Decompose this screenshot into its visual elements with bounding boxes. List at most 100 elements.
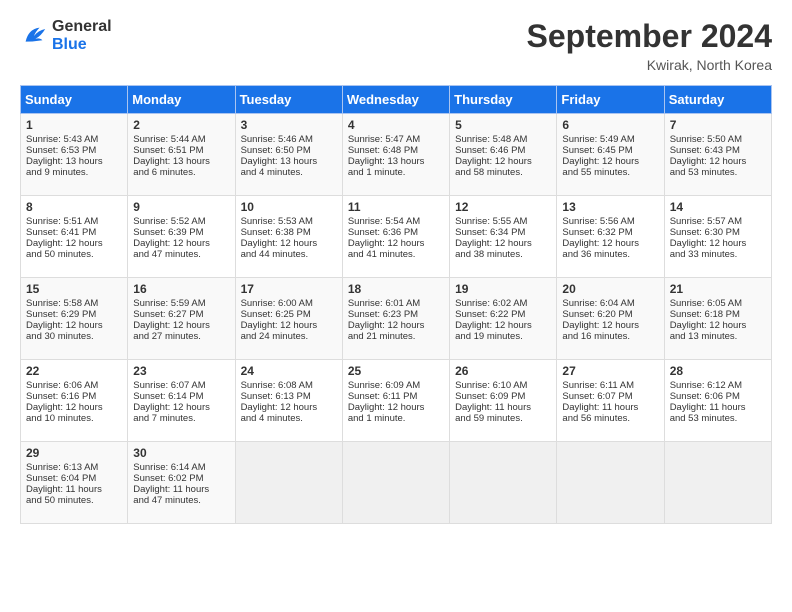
calendar-cell: 15Sunrise: 5:58 AMSunset: 6:29 PMDayligh… [21,278,128,360]
day-info-line: and 53 minutes. [670,413,766,424]
day-info-line: Daylight: 12 hours [348,402,444,413]
calendar-row: 8Sunrise: 5:51 AMSunset: 6:41 PMDaylight… [21,196,772,278]
day-number: 21 [670,282,766,296]
day-info-line: Daylight: 11 hours [670,402,766,413]
day-number: 30 [133,446,229,460]
day-number: 24 [241,364,337,378]
calendar-row: 15Sunrise: 5:58 AMSunset: 6:29 PMDayligh… [21,278,772,360]
calendar-cell: 17Sunrise: 6:00 AMSunset: 6:25 PMDayligh… [235,278,342,360]
day-info-line: Sunset: 6:48 PM [348,145,444,156]
day-info-line: and 59 minutes. [455,413,551,424]
header-wednesday: Wednesday [342,86,449,114]
day-info-line: Sunrise: 5:44 AM [133,134,229,145]
day-info-line: Daylight: 12 hours [562,320,658,331]
calendar-cell: 21Sunrise: 6:05 AMSunset: 6:18 PMDayligh… [664,278,771,360]
day-info-line: Daylight: 11 hours [562,402,658,413]
title-block: September 2024 Kwirak, North Korea [527,18,772,73]
day-info-line: and 47 minutes. [133,495,229,506]
day-info-line: Sunrise: 6:14 AM [133,462,229,473]
calendar-cell: 27Sunrise: 6:11 AMSunset: 6:07 PMDayligh… [557,360,664,442]
day-info-line: Sunrise: 6:07 AM [133,380,229,391]
day-info-line: Daylight: 12 hours [26,402,122,413]
logo-general: General [52,18,112,36]
day-info-line: Sunrise: 5:55 AM [455,216,551,227]
calendar-cell: 18Sunrise: 6:01 AMSunset: 6:23 PMDayligh… [342,278,449,360]
day-info-line: Sunrise: 5:50 AM [670,134,766,145]
day-number: 10 [241,200,337,214]
calendar-cell: 20Sunrise: 6:04 AMSunset: 6:20 PMDayligh… [557,278,664,360]
day-number: 3 [241,118,337,132]
day-number: 22 [26,364,122,378]
day-info-line: Sunset: 6:51 PM [133,145,229,156]
day-info-line: Sunrise: 6:00 AM [241,298,337,309]
day-info-line: Sunset: 6:53 PM [26,145,122,156]
day-info-line: Sunrise: 6:09 AM [348,380,444,391]
day-number: 6 [562,118,658,132]
day-info-line: and 53 minutes. [670,167,766,178]
calendar-row: 1Sunrise: 5:43 AMSunset: 6:53 PMDaylight… [21,114,772,196]
day-info-line: Daylight: 12 hours [241,238,337,249]
day-number: 9 [133,200,229,214]
day-number: 19 [455,282,551,296]
day-info-line: Sunset: 6:34 PM [455,227,551,238]
day-number: 29 [26,446,122,460]
header-saturday: Saturday [664,86,771,114]
day-info-line: Sunset: 6:07 PM [562,391,658,402]
day-info-line: Daylight: 12 hours [348,320,444,331]
day-number: 16 [133,282,229,296]
day-info-line: and 24 minutes. [241,331,337,342]
day-info-line: Sunset: 6:38 PM [241,227,337,238]
day-info-line: Sunrise: 5:54 AM [348,216,444,227]
day-info-line: Daylight: 12 hours [562,238,658,249]
day-number: 18 [348,282,444,296]
day-number: 1 [26,118,122,132]
day-info-line: and 19 minutes. [455,331,551,342]
calendar-cell [664,442,771,524]
day-info-line: Sunrise: 5:56 AM [562,216,658,227]
calendar-cell: 23Sunrise: 6:07 AMSunset: 6:14 PMDayligh… [128,360,235,442]
day-info-line: Sunset: 6:18 PM [670,309,766,320]
calendar-cell: 7Sunrise: 5:50 AMSunset: 6:43 PMDaylight… [664,114,771,196]
day-number: 15 [26,282,122,296]
calendar-cell [450,442,557,524]
day-info-line: Sunset: 6:27 PM [133,309,229,320]
day-info-line: Daylight: 13 hours [241,156,337,167]
day-info-line: Daylight: 12 hours [348,238,444,249]
day-info-line: and 55 minutes. [562,167,658,178]
day-info-line: Daylight: 11 hours [455,402,551,413]
calendar-cell: 16Sunrise: 5:59 AMSunset: 6:27 PMDayligh… [128,278,235,360]
calendar-cell: 10 Sunrise: 5:53 AMSunset: 6:38 PMDayligh… [235,196,342,278]
calendar-cell: 1Sunrise: 5:43 AMSunset: 6:53 PMDaylight… [21,114,128,196]
calendar-cell: 3Sunrise: 5:46 AMSunset: 6:50 PMDaylight… [235,114,342,196]
day-info-line: Sunrise: 5:51 AM [26,216,122,227]
day-info-line: and 10 minutes. [26,413,122,424]
calendar-cell: 4Sunrise: 5:47 AMSunset: 6:48 PMDaylight… [342,114,449,196]
calendar-cell: 30Sunrise: 6:14 AMSunset: 6:02 PMDayligh… [128,442,235,524]
calendar-cell: 22Sunrise: 6:06 AMSunset: 6:16 PMDayligh… [21,360,128,442]
day-info-line: and 9 minutes. [26,167,122,178]
day-info-line: Sunrise: 5:57 AM [670,216,766,227]
day-info-line: Sunset: 6:43 PM [670,145,766,156]
day-info-line: Sunrise: 6:08 AM [241,380,337,391]
day-number: 27 [562,364,658,378]
day-info-line: Sunset: 6:13 PM [241,391,337,402]
calendar-cell: 5Sunrise: 5:48 AMSunset: 6:46 PMDaylight… [450,114,557,196]
day-info-line: and 50 minutes. [26,495,122,506]
day-info-line: and 16 minutes. [562,331,658,342]
day-info-line: Sunrise: 6:01 AM [348,298,444,309]
calendar-table: Sunday Monday Tuesday Wednesday Thursday… [20,85,772,524]
calendar-cell: 11Sunrise: 5:54 AMSunset: 6:36 PMDayligh… [342,196,449,278]
day-info-line: Daylight: 12 hours [241,320,337,331]
day-info-line: Daylight: 12 hours [670,156,766,167]
day-info-line: Daylight: 12 hours [133,238,229,249]
calendar-cell: 13Sunrise: 5:56 AMSunset: 6:32 PMDayligh… [557,196,664,278]
day-info-line: Sunrise: 6:13 AM [26,462,122,473]
logo-icon [20,22,48,50]
day-info-line: Sunrise: 5:58 AM [26,298,122,309]
day-info-line: Daylight: 12 hours [133,402,229,413]
day-info-line: and 30 minutes. [26,331,122,342]
day-info-line: Sunrise: 5:53 AM [241,216,337,227]
calendar-cell: 2Sunrise: 5:44 AMSunset: 6:51 PMDaylight… [128,114,235,196]
day-number: 4 [348,118,444,132]
day-info-line: Sunset: 6:46 PM [455,145,551,156]
